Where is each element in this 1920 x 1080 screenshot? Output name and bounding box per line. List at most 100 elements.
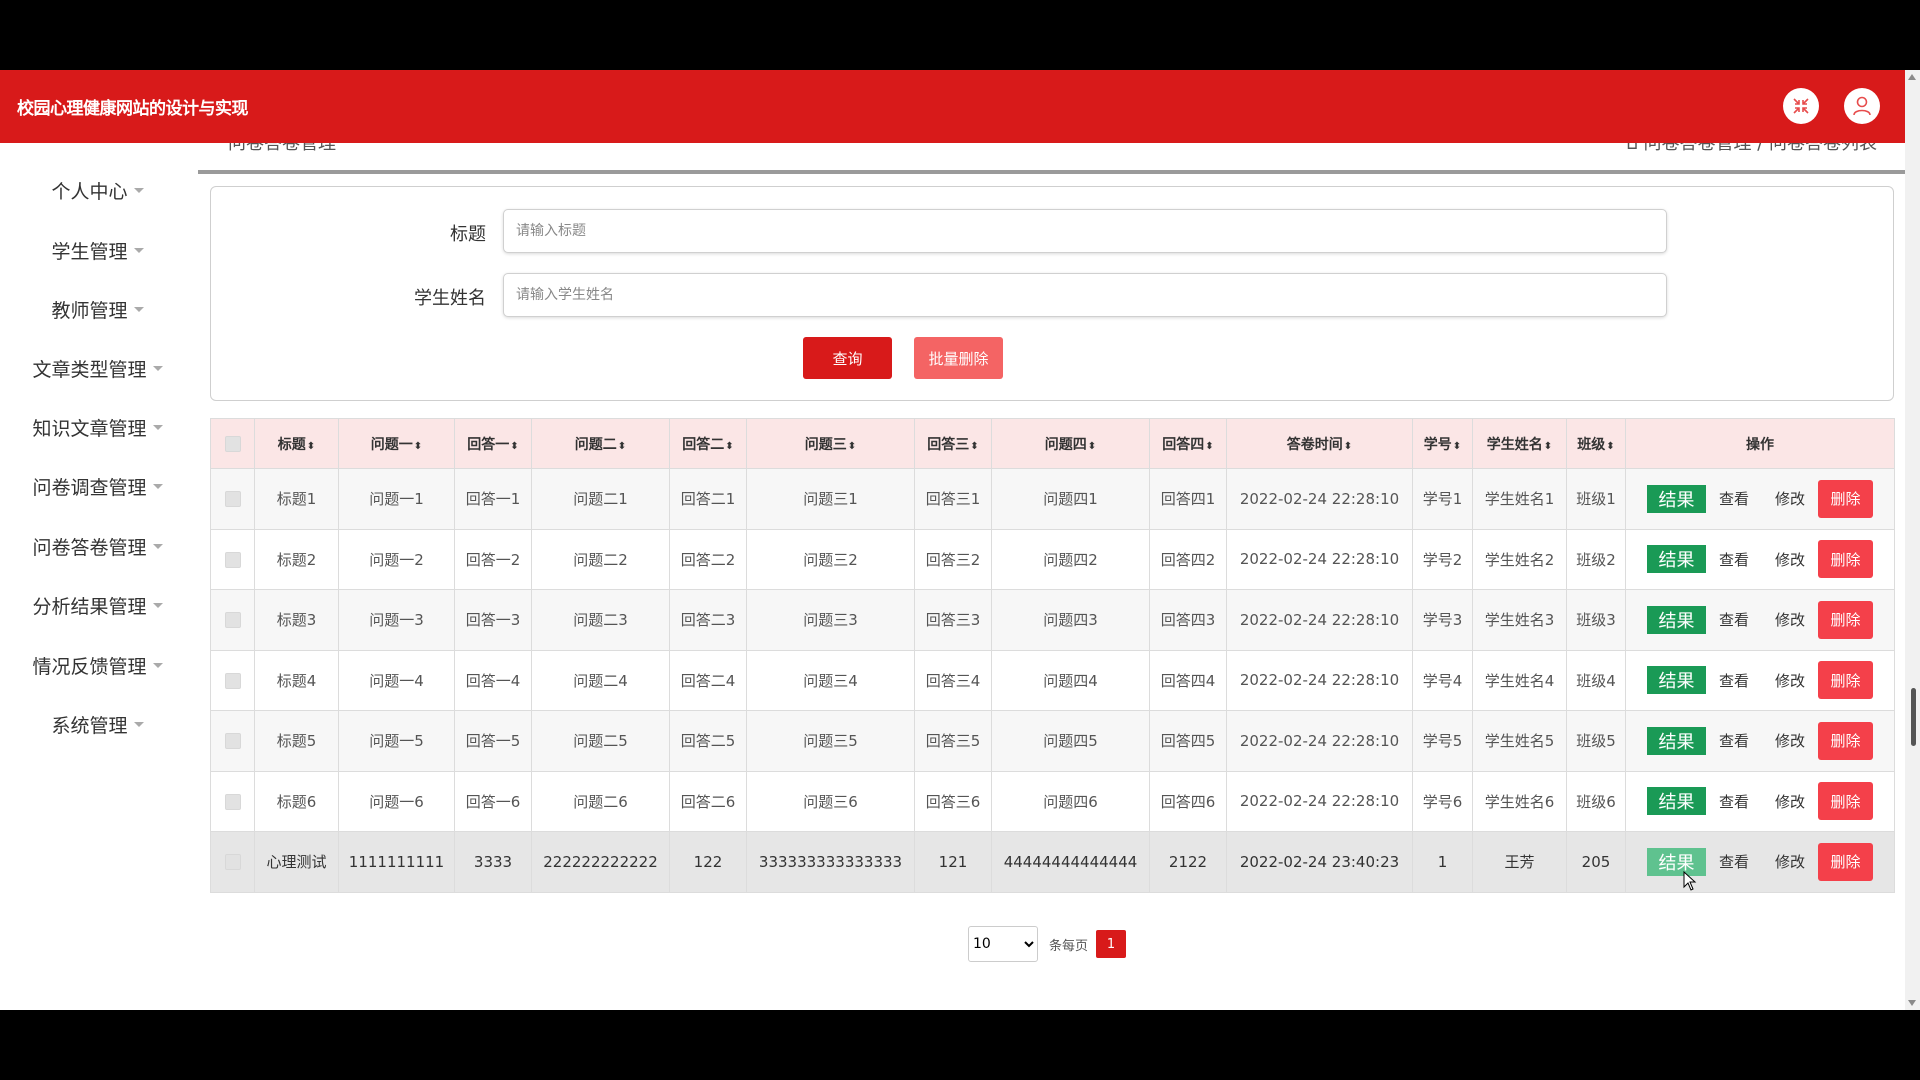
column-header-actions: 操作 (1625, 418, 1895, 469)
sort-icon[interactable]: ⬍ (1544, 441, 1552, 452)
view-button[interactable]: 查看 (1706, 851, 1762, 872)
fullscreen-button[interactable] (1783, 88, 1819, 124)
delete-button[interactable]: 删除 (1818, 540, 1873, 579)
sidebar-item-article-types[interactable]: 文章类型管理 (0, 353, 195, 383)
home-icon[interactable]: ⌂ (1626, 143, 1643, 154)
sidebar-item-students[interactable]: 学生管理 (0, 235, 195, 265)
delete-button[interactable]: 删除 (1818, 842, 1873, 881)
result-button[interactable]: 结果 (1647, 726, 1706, 755)
view-button[interactable]: 查看 (1706, 670, 1762, 691)
result-button[interactable]: 结果 (1647, 666, 1706, 695)
sort-icon[interactable]: ⬍ (1344, 441, 1352, 452)
query-button[interactable]: 查询 (803, 337, 892, 379)
result-button[interactable]: 结果 (1647, 787, 1706, 816)
sort-icon[interactable]: ⬍ (970, 441, 978, 452)
row-checkbox[interactable] (224, 854, 241, 871)
sort-icon[interactable]: ⬍ (307, 441, 315, 452)
delete-button[interactable]: 删除 (1818, 721, 1873, 760)
scroll-up-icon[interactable] (1908, 74, 1916, 80)
sidebar-item-surveys[interactable]: 问卷调查管理 (0, 471, 195, 501)
table-row[interactable]: 标题2 问题一2 回答一2 问题二2 回答二2 问题三2 回答三2 问题四2 回答四2 2022-… (210, 528, 1895, 590)
result-button[interactable]: 结果 (1647, 545, 1706, 574)
sort-icon[interactable]: ⬍ (414, 441, 422, 452)
batch-delete-button[interactable]: 批量删除 (914, 337, 1003, 379)
result-button[interactable]: 结果 (1647, 847, 1706, 876)
sort-icon[interactable]: ⬍ (1606, 441, 1614, 452)
row-actions-cell: 结果 查看 修改 删除 (1625, 528, 1895, 590)
edit-button[interactable]: 修改 (1762, 851, 1818, 872)
sidebar-item-analysis-results[interactable]: 分析结果管理 (0, 590, 195, 620)
page-number-button[interactable]: 1 (1096, 930, 1127, 958)
table-row[interactable]: 标题3 问题一3 回答一3 问题二3 回答二3 问题三3 回答三3 问题四3 回答四3 2022-… (210, 589, 1895, 651)
table-cell: 回答一3 (454, 589, 532, 651)
sort-icon[interactable]: ⬍ (1453, 441, 1461, 452)
scroll-thumb[interactable] (1911, 688, 1916, 746)
table-cell: 2022-02-24 22:28:10 (1226, 528, 1413, 590)
sidebar-item-system[interactable]: 系统管理 (0, 709, 195, 739)
sidebar-item-feedback[interactable]: 情况反馈管理 (0, 650, 195, 680)
column-header[interactable]: 回答四⬍ (1149, 418, 1227, 469)
column-header[interactable]: 标题⬍ (254, 418, 339, 469)
select-all-checkbox[interactable] (224, 435, 241, 452)
delete-button[interactable]: 删除 (1818, 600, 1873, 639)
view-button[interactable]: 查看 (1706, 791, 1762, 812)
student-name-search-input[interactable] (503, 273, 1667, 317)
column-header[interactable]: 问题三⬍ (746, 418, 915, 469)
delete-button[interactable]: 删除 (1818, 782, 1873, 821)
sort-icon[interactable]: ⬍ (848, 441, 856, 452)
table-row[interactable]: 标题5 问题一5 回答一5 问题二5 回答二5 问题三5 回答三5 问题四5 回答四5 2022-… (210, 710, 1895, 772)
page-scrollbar[interactable] (1905, 70, 1920, 1010)
edit-button[interactable]: 修改 (1762, 670, 1818, 691)
column-header[interactable]: 问题二⬍ (531, 418, 670, 469)
row-checkbox[interactable] (224, 793, 241, 810)
table-cell: 333333333333333 (746, 831, 915, 893)
sort-icon[interactable]: ⬍ (1088, 441, 1096, 452)
table-cell: 学号3 (1412, 589, 1473, 651)
column-header[interactable]: 学生姓名⬍ (1472, 418, 1567, 469)
view-button[interactable]: 查看 (1706, 609, 1762, 630)
view-button[interactable]: 查看 (1706, 549, 1762, 570)
sidebar-item-personal-center[interactable]: 个人中心 (0, 175, 195, 205)
view-button[interactable]: 查看 (1706, 730, 1762, 751)
edit-button[interactable]: 修改 (1762, 609, 1818, 630)
sort-icon[interactable]: ⬍ (510, 441, 518, 452)
column-header[interactable]: 答卷时间⬍ (1226, 418, 1413, 469)
row-checkbox[interactable] (224, 551, 241, 568)
table-row[interactable]: 标题1 问题一1 回答一1 问题二1 回答二1 问题三1 回答三1 问题四1 回答四1 2022-… (210, 468, 1895, 530)
column-header[interactable]: 回答一⬍ (454, 418, 532, 469)
row-checkbox[interactable] (224, 733, 241, 750)
column-header[interactable]: 问题一⬍ (338, 418, 455, 469)
sidebar-item-teachers[interactable]: 教师管理 (0, 294, 195, 324)
sidebar-item-answer-sheets[interactable]: 问卷答卷管理 (0, 531, 195, 561)
column-header[interactable]: 学号⬍ (1412, 418, 1473, 469)
table-cell: 问题二3 (531, 589, 670, 651)
delete-button[interactable]: 删除 (1818, 479, 1873, 518)
sort-icon[interactable]: ⬍ (1205, 441, 1213, 452)
edit-button[interactable]: 修改 (1762, 791, 1818, 812)
view-button[interactable]: 查看 (1706, 488, 1762, 509)
scroll-down-icon[interactable] (1908, 1000, 1916, 1006)
edit-button[interactable]: 修改 (1762, 549, 1818, 570)
title-search-input[interactable] (503, 209, 1667, 253)
row-checkbox[interactable] (224, 672, 241, 689)
result-button[interactable]: 结果 (1647, 484, 1706, 513)
column-header[interactable]: 回答二⬍ (669, 418, 747, 469)
table-cell: 标题5 (254, 710, 339, 772)
column-header[interactable]: 回答三⬍ (914, 418, 992, 469)
sort-icon[interactable]: ⬍ (725, 441, 733, 452)
user-avatar-button[interactable] (1844, 88, 1880, 124)
page-size-select[interactable]: 10 (968, 926, 1038, 962)
row-checkbox[interactable] (224, 612, 241, 629)
table-row[interactable]: 心理测试 1111111111 3333 222222222222 122 3333333… (210, 831, 1895, 893)
sort-icon[interactable]: ⬍ (618, 441, 626, 452)
column-header[interactable]: 问题四⬍ (991, 418, 1150, 469)
edit-button[interactable]: 修改 (1762, 488, 1818, 509)
delete-button[interactable]: 删除 (1818, 661, 1873, 700)
edit-button[interactable]: 修改 (1762, 730, 1818, 751)
result-button[interactable]: 结果 (1647, 605, 1706, 634)
row-checkbox[interactable] (224, 491, 241, 508)
sidebar-item-knowledge-articles[interactable]: 知识文章管理 (0, 412, 195, 442)
table-row[interactable]: 标题4 问题一4 回答一4 问题二4 回答二4 问题三4 回答三4 问题四4 回答四4 2022-… (210, 649, 1895, 711)
table-row[interactable]: 标题6 问题一6 回答一6 问题二6 回答二6 问题三6 回答三6 问题四6 回答四6 2022-… (210, 770, 1895, 832)
column-header[interactable]: 班级⬍ (1566, 418, 1626, 469)
